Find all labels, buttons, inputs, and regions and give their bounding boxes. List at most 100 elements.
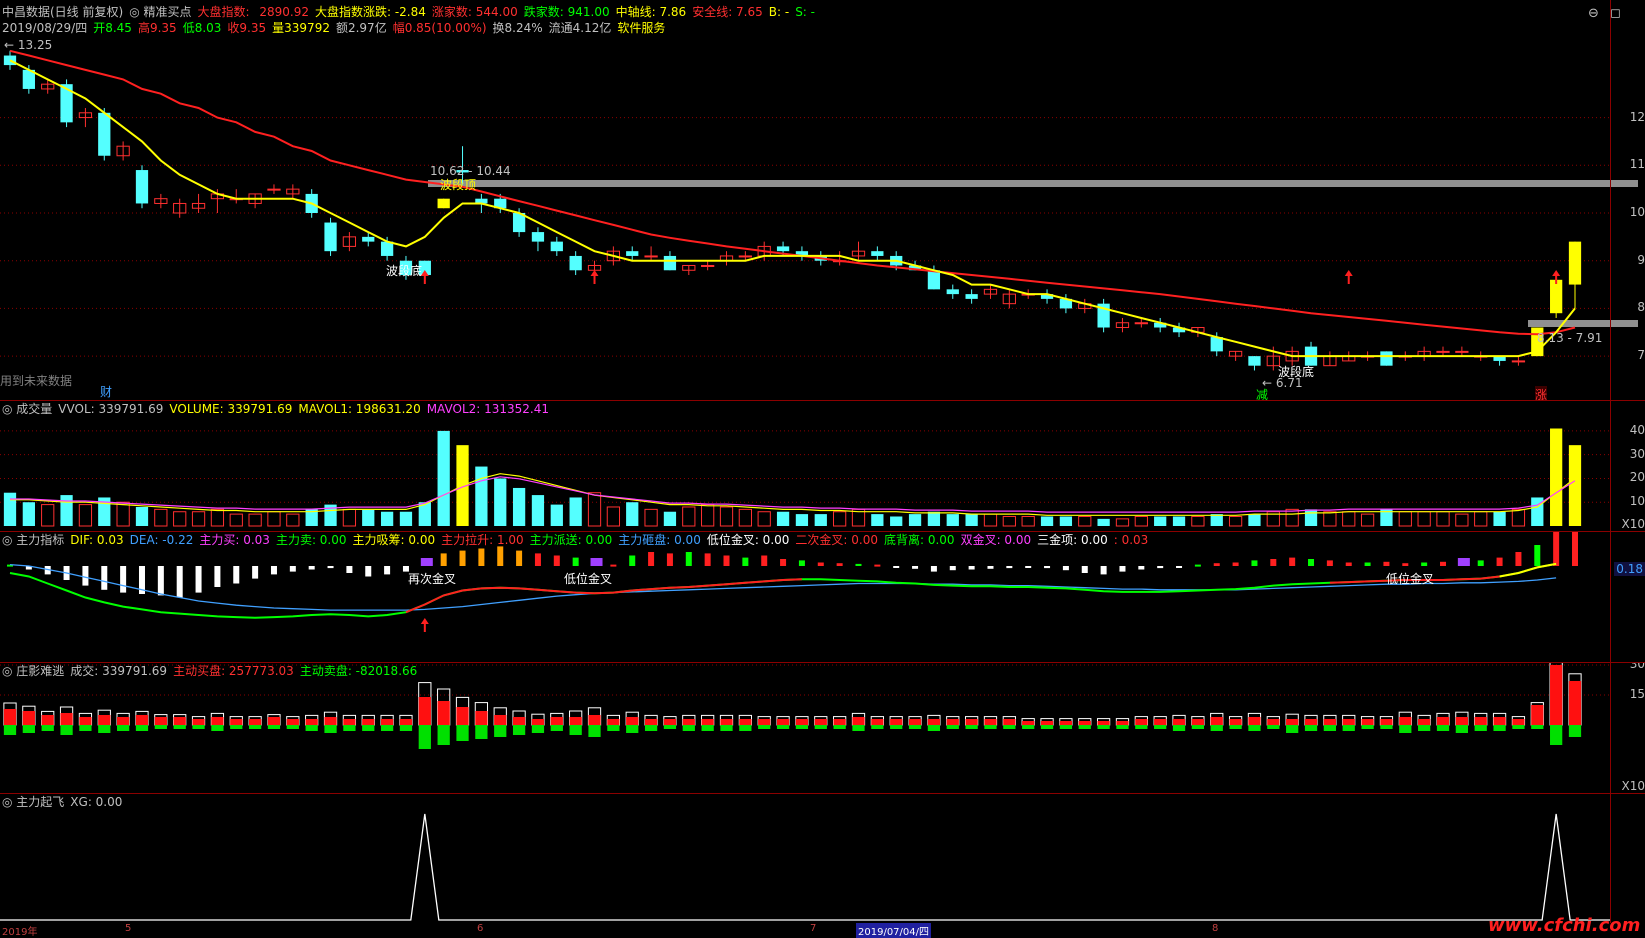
volume-bar bbox=[1568, 445, 1582, 526]
macd-bar bbox=[572, 557, 579, 566]
wave-top-label: 波段顶 bbox=[440, 178, 477, 192]
flow-buy-bar bbox=[1172, 719, 1186, 725]
flow-buy-bar bbox=[588, 715, 601, 725]
flow-buy-bar bbox=[739, 719, 752, 725]
candle-body bbox=[965, 294, 978, 299]
candle-body bbox=[380, 241, 394, 256]
macd-bar bbox=[1402, 563, 1409, 566]
flow-sell-bar bbox=[117, 725, 130, 731]
flow-buy-bar bbox=[663, 719, 677, 725]
price-axis-tick: 12 bbox=[1629, 109, 1645, 124]
flow-buy-bar bbox=[41, 715, 54, 725]
volume-bar bbox=[362, 509, 375, 526]
macd-bar bbox=[497, 546, 504, 566]
flow-sell-bar bbox=[230, 725, 243, 729]
flow-sell-bar bbox=[135, 725, 149, 731]
volume-bar bbox=[22, 502, 35, 526]
flow-sell-bar bbox=[1116, 725, 1129, 729]
volume-bar bbox=[286, 513, 300, 527]
volume-bar bbox=[644, 508, 658, 527]
flow-sell-bar bbox=[720, 725, 733, 731]
volume-bar bbox=[1002, 515, 1016, 527]
macd-bar bbox=[855, 563, 862, 566]
kline-chart[interactable] bbox=[0, 0, 1645, 400]
volume-bar bbox=[267, 511, 281, 527]
flow-sell-bar bbox=[1455, 725, 1468, 733]
macd-bar bbox=[723, 555, 730, 566]
flow-buy-bar bbox=[531, 719, 545, 725]
macd-pane[interactable]: ◎ 主力指标 DIF: 0.03 DEA: -0.22 主力买: 0.03 主力卖: 0… bbox=[0, 532, 1645, 662]
volume-bar bbox=[1248, 514, 1261, 526]
volume-bar bbox=[814, 514, 827, 526]
top-price-label: ← 13.25 bbox=[4, 38, 53, 52]
maximize-window-icon[interactable]: ◻ bbox=[1610, 6, 1621, 21]
restore-window-icon[interactable]: ⊖ bbox=[1588, 6, 1599, 21]
macd-bar bbox=[1326, 560, 1333, 566]
macd-bar bbox=[120, 566, 127, 593]
macd-bar bbox=[1270, 559, 1277, 566]
gold-cross-label-1: 再次金叉 bbox=[408, 572, 457, 586]
macd-bar bbox=[459, 550, 466, 566]
flow-buy-bar bbox=[1399, 717, 1412, 725]
volume-bar bbox=[135, 506, 149, 526]
flow-sell-bar bbox=[456, 725, 469, 741]
flow-buy-bar bbox=[1304, 719, 1318, 725]
flow-buy-bar bbox=[230, 719, 243, 725]
flow-chart[interactable] bbox=[0, 663, 1645, 793]
flow-buy-bar bbox=[1040, 721, 1054, 725]
volume-bar bbox=[191, 511, 206, 527]
flow-sell-bar bbox=[1267, 725, 1280, 729]
volume-bar bbox=[1191, 515, 1205, 527]
xg-pane[interactable]: ◎ 主力起飞 XG: 0.00 bbox=[0, 794, 1645, 923]
macd-bar bbox=[553, 555, 560, 566]
volume-bar bbox=[1493, 511, 1506, 526]
flow-buy-bar bbox=[890, 719, 903, 725]
volume-pane[interactable]: ◎ 成交量 VVOL: 339791.69 VOLUME: 339791.69 MAV… bbox=[0, 401, 1645, 531]
flow-buy-bar bbox=[984, 719, 997, 725]
macd-bar bbox=[308, 566, 315, 570]
flow-sell-bar bbox=[60, 725, 73, 735]
macd-bar bbox=[516, 550, 523, 566]
flow-sell-bar bbox=[1040, 725, 1054, 729]
macd-bar bbox=[1496, 557, 1503, 566]
macd-bar bbox=[1213, 563, 1220, 566]
xg-chart[interactable] bbox=[0, 794, 1645, 923]
volume-bar bbox=[60, 495, 73, 526]
flow-axis-tick: X10 bbox=[1621, 779, 1645, 793]
jian-marker: 减 bbox=[1256, 388, 1269, 400]
macd-bar bbox=[666, 553, 673, 566]
flow-sell-bar bbox=[795, 725, 809, 729]
macd-bar bbox=[629, 555, 636, 566]
cross-marker bbox=[420, 558, 433, 566]
flow-pane[interactable]: ◎ 庄影难逃 成交: 339791.69 主动买盘: 257773.03 主动卖盘: … bbox=[0, 663, 1645, 793]
flow-sell-bar bbox=[758, 725, 771, 729]
flow-buy-bar bbox=[720, 719, 733, 725]
flow-buy-bar bbox=[286, 719, 299, 725]
macd-bar bbox=[817, 562, 824, 566]
volume-bar bbox=[380, 511, 394, 526]
flow-sell-bar bbox=[1418, 725, 1431, 731]
flow-sell-bar bbox=[946, 725, 959, 729]
flow-buy-bar bbox=[644, 719, 658, 725]
candle-body bbox=[626, 251, 639, 256]
volume-axis-tick: 20 bbox=[1629, 470, 1645, 485]
flow-buy-bar bbox=[682, 719, 695, 725]
macd-bar bbox=[327, 566, 334, 569]
volume-bar bbox=[1134, 515, 1148, 527]
volume-bar bbox=[795, 514, 809, 526]
volume-bar bbox=[908, 514, 922, 526]
flow-sell-bar bbox=[1097, 725, 1110, 729]
flow-buy-bar bbox=[475, 711, 488, 725]
macd-bar bbox=[214, 566, 221, 587]
flow-sell-bar bbox=[380, 725, 394, 731]
flow-buy-bar bbox=[1210, 717, 1223, 725]
flow-buy-bar bbox=[607, 719, 620, 725]
flow-buy-bar bbox=[1248, 717, 1261, 725]
kline-pane[interactable]: 中昌数据(日线 前复权) ◎ 精准买点 大盘指数: 2890.92 大盘指数涨跌: -… bbox=[0, 0, 1645, 400]
volume-chart[interactable] bbox=[0, 401, 1645, 531]
flow-buy-bar bbox=[512, 717, 526, 725]
flow-buy-bar bbox=[437, 701, 450, 725]
volume-bar bbox=[342, 508, 357, 527]
macd-chart[interactable] bbox=[0, 532, 1645, 662]
flow-buy-bar bbox=[946, 719, 959, 725]
